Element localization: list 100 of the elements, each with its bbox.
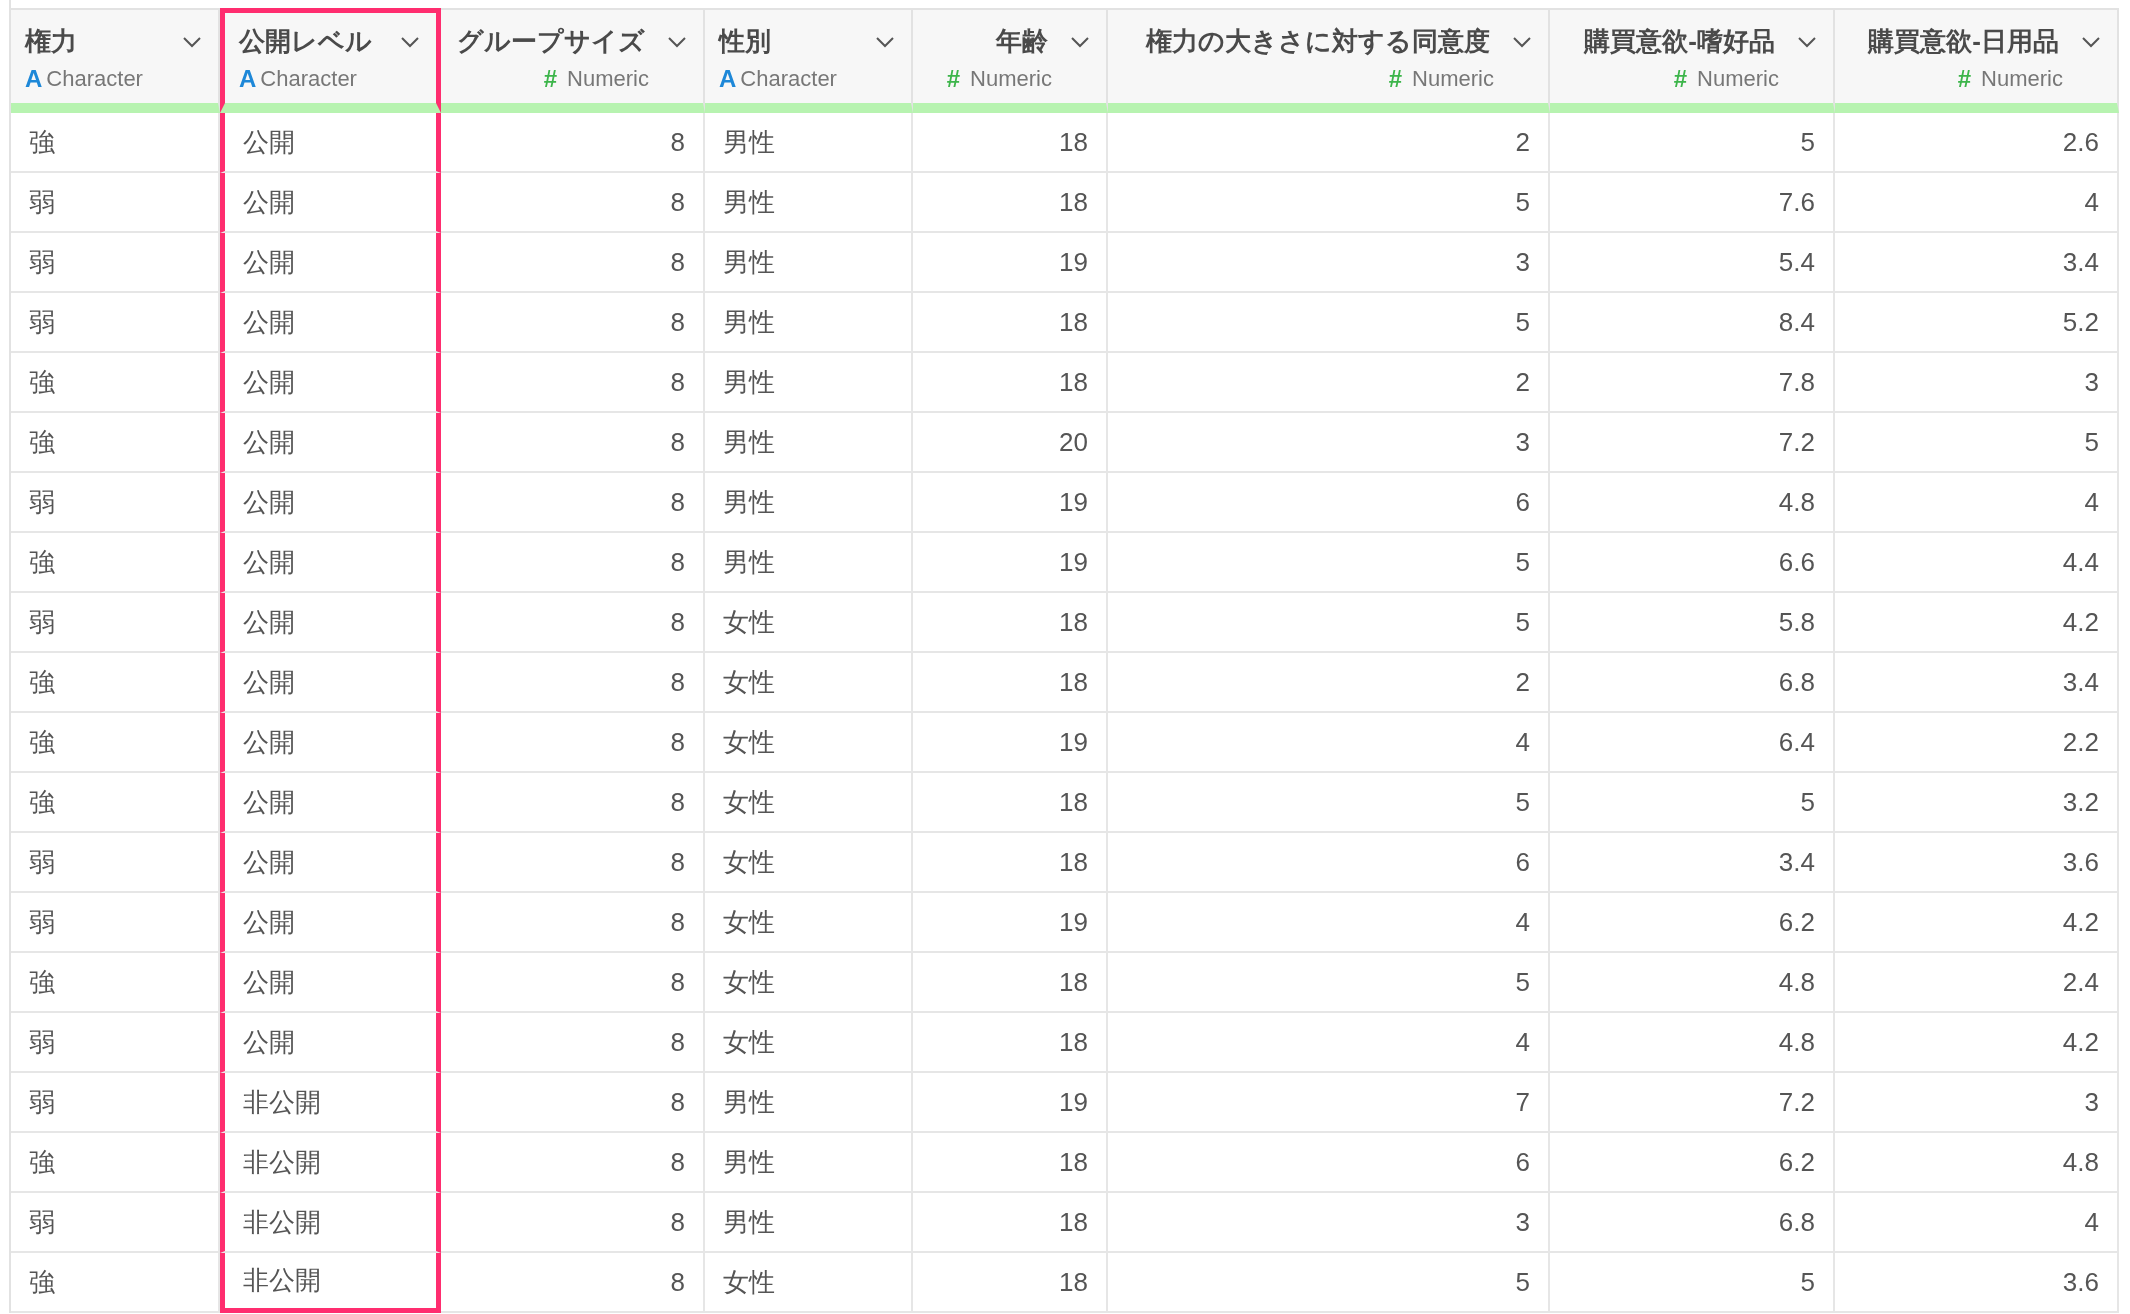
chevron-down-icon[interactable] — [667, 35, 687, 48]
table-cell: 19 — [913, 473, 1108, 533]
table-cell: 7.8 — [1550, 353, 1835, 413]
chevron-down-icon[interactable] — [875, 35, 895, 48]
table-cell: 6 — [1108, 833, 1550, 893]
table-cell: 公開 — [220, 113, 441, 173]
table-cell: 4.2 — [1835, 593, 2119, 653]
table-cell: 女性 — [705, 593, 913, 653]
table-cell: 弱 — [11, 173, 220, 233]
table-cell: 強 — [11, 1133, 220, 1193]
column-name: 性別 — [719, 25, 771, 58]
table-cell: 3 — [1835, 1073, 2119, 1133]
column-header[interactable]: 性別 A Character — [705, 8, 913, 113]
table-cell: 4.2 — [1835, 893, 2119, 953]
table-cell: 女性 — [705, 1013, 913, 1073]
chevron-down-icon[interactable] — [400, 35, 420, 48]
table-cell: 非公開 — [220, 1133, 441, 1193]
column-type: Numeric — [970, 66, 1052, 92]
table-cell: 18 — [913, 1013, 1108, 1073]
table-cell: 6.2 — [1550, 893, 1835, 953]
table-cell: 8 — [441, 713, 705, 773]
chevron-down-icon[interactable] — [1797, 35, 1817, 48]
table-cell: 5 — [1108, 953, 1550, 1013]
table-cell: 男性 — [705, 413, 913, 473]
table-cell: 8 — [441, 593, 705, 653]
column-header[interactable]: 年齢 # Numeric — [913, 8, 1108, 113]
character-type-icon: A — [719, 65, 737, 93]
character-type-icon: A — [25, 65, 43, 93]
table-cell: 公開 — [220, 413, 441, 473]
table-cell: 7 — [1108, 1073, 1550, 1133]
table-cell: 18 — [913, 113, 1108, 173]
table-cell: 強 — [11, 653, 220, 713]
table-cell: 5.8 — [1550, 593, 1835, 653]
numeric-type-icon: # — [1957, 65, 1972, 93]
table-cell: 20 — [913, 413, 1108, 473]
column-header[interactable]: 公開レベル A Character — [220, 8, 441, 113]
table-cell: 5 — [1835, 413, 2119, 473]
table-cell: 女性 — [705, 653, 913, 713]
numeric-type-icon: # — [946, 65, 961, 93]
table-cell: 5 — [1108, 533, 1550, 593]
table-cell: 8 — [441, 893, 705, 953]
table-cell: 6 — [1108, 1133, 1550, 1193]
table-cell: 18 — [913, 953, 1108, 1013]
table-cell: 4 — [1108, 893, 1550, 953]
table-cell: 男性 — [705, 173, 913, 233]
table-cell: 5 — [1108, 1253, 1550, 1313]
table-cell: 公開 — [220, 1013, 441, 1073]
table-cell: 女性 — [705, 833, 913, 893]
table-cell: 5 — [1550, 773, 1835, 833]
column-name: 購買意欲-嗜好品 — [1584, 25, 1775, 58]
chevron-down-icon[interactable] — [182, 35, 202, 48]
table-cell: 弱 — [11, 833, 220, 893]
table-cell: 6.2 — [1550, 1133, 1835, 1193]
table-cell: 2.6 — [1835, 113, 2119, 173]
table-cell: 4 — [1835, 473, 2119, 533]
table-cell: 2 — [1108, 353, 1550, 413]
table-cell: 4.2 — [1835, 1013, 2119, 1073]
table-cell: 強 — [11, 533, 220, 593]
table-cell: 8 — [441, 293, 705, 353]
table-cell: 8 — [441, 773, 705, 833]
column-name: グループサイズ — [457, 25, 645, 58]
table-cell: 女性 — [705, 773, 913, 833]
column-header[interactable]: 権力の大きさに対する同意度 # Numeric — [1108, 8, 1550, 113]
table-cell: 4.8 — [1550, 473, 1835, 533]
table-cell: 弱 — [11, 1073, 220, 1133]
column-name: 権力 — [25, 25, 77, 58]
table-cell: 8 — [441, 113, 705, 173]
table-cell: 強 — [11, 953, 220, 1013]
table-cell: 公開 — [220, 293, 441, 353]
character-type-icon: A — [239, 65, 257, 93]
chevron-down-icon[interactable] — [1070, 35, 1090, 48]
table-cell: 公開 — [220, 773, 441, 833]
table-cell: 3 — [1835, 353, 2119, 413]
table-cell: 8 — [441, 533, 705, 593]
table-cell: 18 — [913, 1193, 1108, 1253]
column-header[interactable]: 権力 A Character — [11, 8, 220, 113]
table-cell: 18 — [913, 773, 1108, 833]
table-cell: 18 — [913, 353, 1108, 413]
table-cell: 公開 — [220, 233, 441, 293]
chevron-down-icon[interactable] — [1512, 35, 1532, 48]
table-cell: 女性 — [705, 713, 913, 773]
numeric-type-icon: # — [1388, 65, 1403, 93]
table-cell: 男性 — [705, 1073, 913, 1133]
column-header[interactable]: 購買意欲-日用品 # Numeric — [1835, 8, 2119, 113]
table-cell: 3.2 — [1835, 773, 2119, 833]
table-cell: 弱 — [11, 893, 220, 953]
table-cell: 18 — [913, 653, 1108, 713]
table-cell: 5.2 — [1835, 293, 2119, 353]
column-type: Numeric — [1697, 66, 1779, 92]
column-type: Numeric — [567, 66, 649, 92]
table-cell: 18 — [913, 293, 1108, 353]
column-type: Numeric — [1981, 66, 2063, 92]
chevron-down-icon[interactable] — [2081, 35, 2101, 48]
column-header[interactable]: 購買意欲-嗜好品 # Numeric — [1550, 8, 1835, 113]
column-type: Numeric — [1412, 66, 1494, 92]
table-cell: 8 — [441, 233, 705, 293]
column-header[interactable]: グループサイズ # Numeric — [441, 8, 705, 113]
table-cell: 3 — [1108, 1193, 1550, 1253]
table-cell: 7.2 — [1550, 1073, 1835, 1133]
table-cell: 19 — [913, 233, 1108, 293]
